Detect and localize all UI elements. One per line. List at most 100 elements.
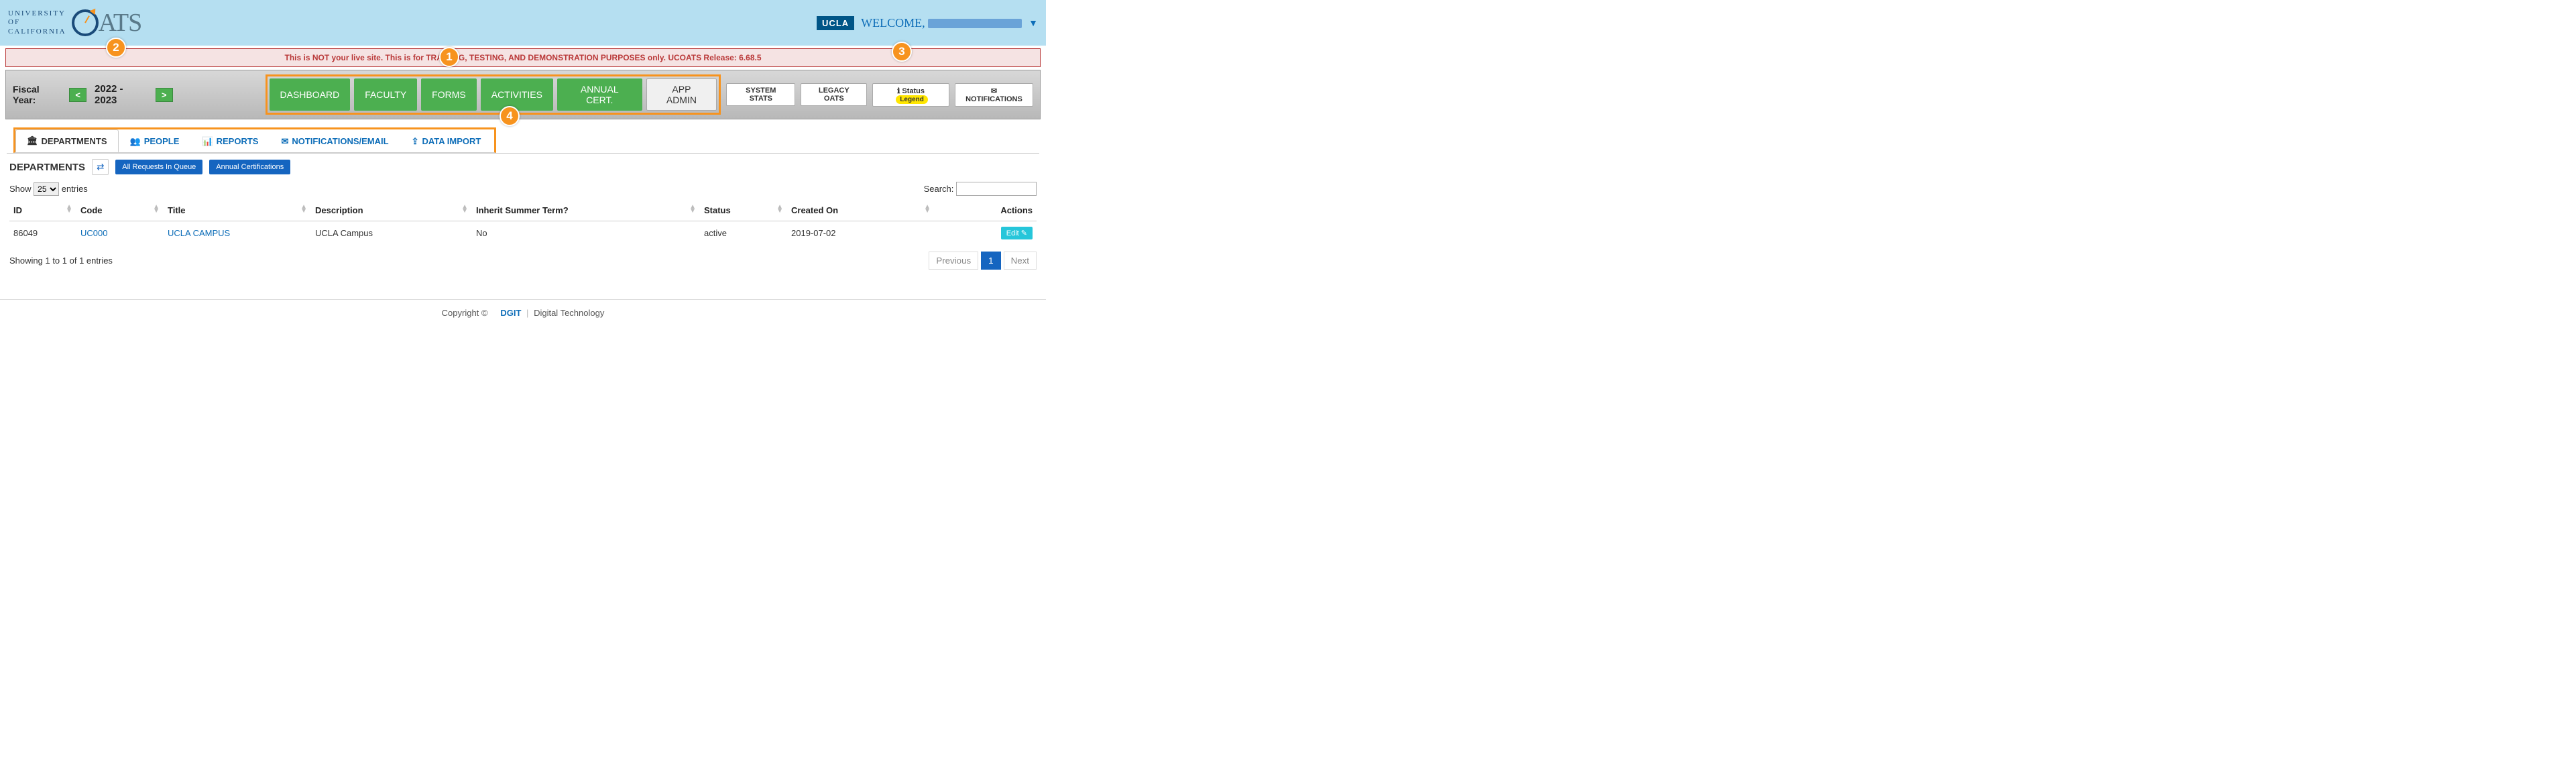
app-admin-button[interactable]: APP ADMIN <box>646 78 717 111</box>
forms-button[interactable]: FORMS <box>421 78 477 111</box>
cell-actions: Edit ✎ <box>935 221 1037 245</box>
user-name-redacted <box>928 19 1022 28</box>
code-link[interactable]: UC000 <box>80 228 107 238</box>
header-bar: UNIVERSITY OF CALIFORNIA ATS UCLA WELCOM… <box>0 0 1046 46</box>
tab-reports[interactable]: 📊 REPORTS <box>190 129 270 152</box>
welcome-label: WELCOME, <box>861 16 925 30</box>
org-line-3: CALIFORNIA <box>8 28 66 36</box>
toolbar-right: SYSTEM STATS LEGACY OATS ℹ Status Legend… <box>726 83 1033 107</box>
prev-page-button[interactable]: Previous <box>929 252 978 270</box>
col-code[interactable]: Code▲▼ <box>76 200 164 221</box>
people-icon: 👥 <box>130 136 141 147</box>
col-actions: Actions <box>935 200 1037 221</box>
chevron-down-icon[interactable]: ▼ <box>1029 17 1038 28</box>
search-label: Search: <box>924 184 954 194</box>
footer: Copyright © DGIT | Digital Technology <box>0 299 1046 326</box>
sort-icon: ▲▼ <box>66 205 72 213</box>
col-created-on[interactable]: Created On▲▼ <box>787 200 935 221</box>
tab-departments[interactable]: 🏛 DEPARTMENTS <box>15 129 119 152</box>
info-icon: ℹ <box>897 87 900 95</box>
alert-banner: This is NOT your live site. This is for … <box>5 48 1041 67</box>
col-inherit[interactable]: Inherit Summer Term?▲▼ <box>472 200 700 221</box>
legend-badge: Legend <box>896 95 928 104</box>
all-requests-button[interactable]: All Requests In Queue <box>115 160 202 174</box>
fiscal-year-label: Fiscal Year: <box>13 84 64 105</box>
brand-text: ATS <box>99 8 142 38</box>
table-controls: Show 25 entries Search: <box>9 178 1037 200</box>
cell-status: active <box>700 221 787 245</box>
org-line-2: OF <box>8 18 66 27</box>
tab-notifications-label: NOTIFICATIONS/EMAIL <box>292 136 388 146</box>
title-link[interactable]: UCLA CAMPUS <box>168 228 230 238</box>
status-label: Status <box>902 87 925 95</box>
welcome-text[interactable]: WELCOME, <box>861 16 1022 30</box>
table-row: 86049 UC000 UCLA CAMPUS UCLA Campus No a… <box>9 221 1037 245</box>
content-area: DEPARTMENTS ⇄ All Requests In Queue Annu… <box>0 154 1046 279</box>
faculty-button[interactable]: FACULTY <box>354 78 417 111</box>
cell-title: UCLA CAMPUS <box>164 221 311 245</box>
page-1-button[interactable]: 1 <box>981 252 1000 270</box>
show-entries: Show 25 entries <box>9 182 88 196</box>
sort-icon: ▲▼ <box>924 205 931 213</box>
notifications-label: NOTIFICATIONS <box>965 95 1022 103</box>
header-right: UCLA WELCOME, ▼ <box>817 16 1038 30</box>
fiscal-year-next-button[interactable]: > <box>156 88 173 102</box>
annotation-2: 2 <box>106 38 126 58</box>
sort-icon: ▲▼ <box>461 205 468 213</box>
subnav-wrap: 🏛 DEPARTMENTS 👥 PEOPLE 📊 REPORTS ✉ NOTIF… <box>7 123 1039 154</box>
dgit-link[interactable]: DGIT <box>500 308 521 318</box>
col-description[interactable]: Description▲▼ <box>311 200 472 221</box>
fiscal-year-value: 2022 - 2023 <box>92 83 150 106</box>
tab-people-label: PEOPLE <box>144 136 180 146</box>
sort-icon: ▲▼ <box>153 205 160 213</box>
tab-departments-label: DEPARTMENTS <box>42 136 107 146</box>
col-status[interactable]: Status▲▼ <box>700 200 787 221</box>
main-toolbar: Fiscal Year: < 2022 - 2023 > DASHBOARD F… <box>5 70 1041 119</box>
envelope-icon: ✉ <box>281 136 288 147</box>
edit-button[interactable]: Edit ✎ <box>1001 227 1033 239</box>
show-prefix: Show <box>9 184 32 194</box>
system-stats-button[interactable]: SYSTEM STATS <box>726 83 795 106</box>
pencil-icon: ✎ <box>1021 229 1027 237</box>
fiscal-year-prev-button[interactable]: < <box>69 88 86 102</box>
filter-icon-button[interactable]: ⇄ <box>92 159 109 175</box>
cell-created-on: 2019-07-02 <box>787 221 935 245</box>
notifications-button[interactable]: ✉ NOTIFICATIONS <box>955 83 1033 107</box>
next-page-button[interactable]: Next <box>1004 252 1037 270</box>
tab-data-import[interactable]: ⇪ DATA IMPORT <box>400 129 493 152</box>
edit-label: Edit <box>1006 229 1019 237</box>
org-line-1: UNIVERSITY <box>8 9 66 18</box>
departments-table: ID▲▼ Code▲▼ Title▲▼ Description▲▼ Inheri… <box>9 200 1037 245</box>
legacy-oats-button[interactable]: LEGACY OATS <box>801 83 867 106</box>
cell-description: UCLA Campus <box>311 221 472 245</box>
table-info: Showing 1 to 1 of 1 entries <box>9 256 113 266</box>
tab-notifications-email[interactable]: ✉ NOTIFICATIONS/EMAIL <box>270 129 400 152</box>
clock-icon <box>72 9 99 36</box>
envelope-icon: ✉ <box>991 87 997 95</box>
entries-select[interactable]: 25 <box>34 182 59 196</box>
annotation-3: 3 <box>892 42 912 62</box>
activities-button[interactable]: ACTIVITIES <box>481 78 553 111</box>
digital-technology-text: Digital Technology <box>534 308 604 318</box>
main-nav: DASHBOARD FACULTY FORMS ACTIVITIES ANNUA… <box>266 74 721 115</box>
show-suffix: entries <box>62 184 88 194</box>
page-title: DEPARTMENTS <box>9 162 85 173</box>
annual-cert-button[interactable]: ANNUAL CERT. <box>557 78 642 111</box>
annotation-4: 4 <box>500 106 520 126</box>
cell-code: UC000 <box>76 221 164 245</box>
col-title[interactable]: Title▲▼ <box>164 200 311 221</box>
cell-id: 86049 <box>9 221 76 245</box>
university-text: UNIVERSITY OF CALIFORNIA <box>8 9 66 36</box>
building-icon: 🏛 <box>27 135 38 146</box>
dashboard-button[interactable]: DASHBOARD <box>270 78 351 111</box>
search-input[interactable] <box>956 182 1037 196</box>
copyright-text: Copyright © <box>442 308 488 318</box>
annotation-1: 1 <box>439 47 459 67</box>
col-id[interactable]: ID▲▼ <box>9 200 76 221</box>
sort-icon: ▲▼ <box>776 205 783 213</box>
pagination: Previous 1 Next <box>929 252 1037 270</box>
annual-certifications-button[interactable]: Annual Certifications <box>209 160 290 174</box>
tab-people[interactable]: 👥 PEOPLE <box>119 129 191 152</box>
status-legend-button[interactable]: ℹ Status Legend <box>872 83 949 107</box>
search-box: Search: <box>924 182 1037 196</box>
